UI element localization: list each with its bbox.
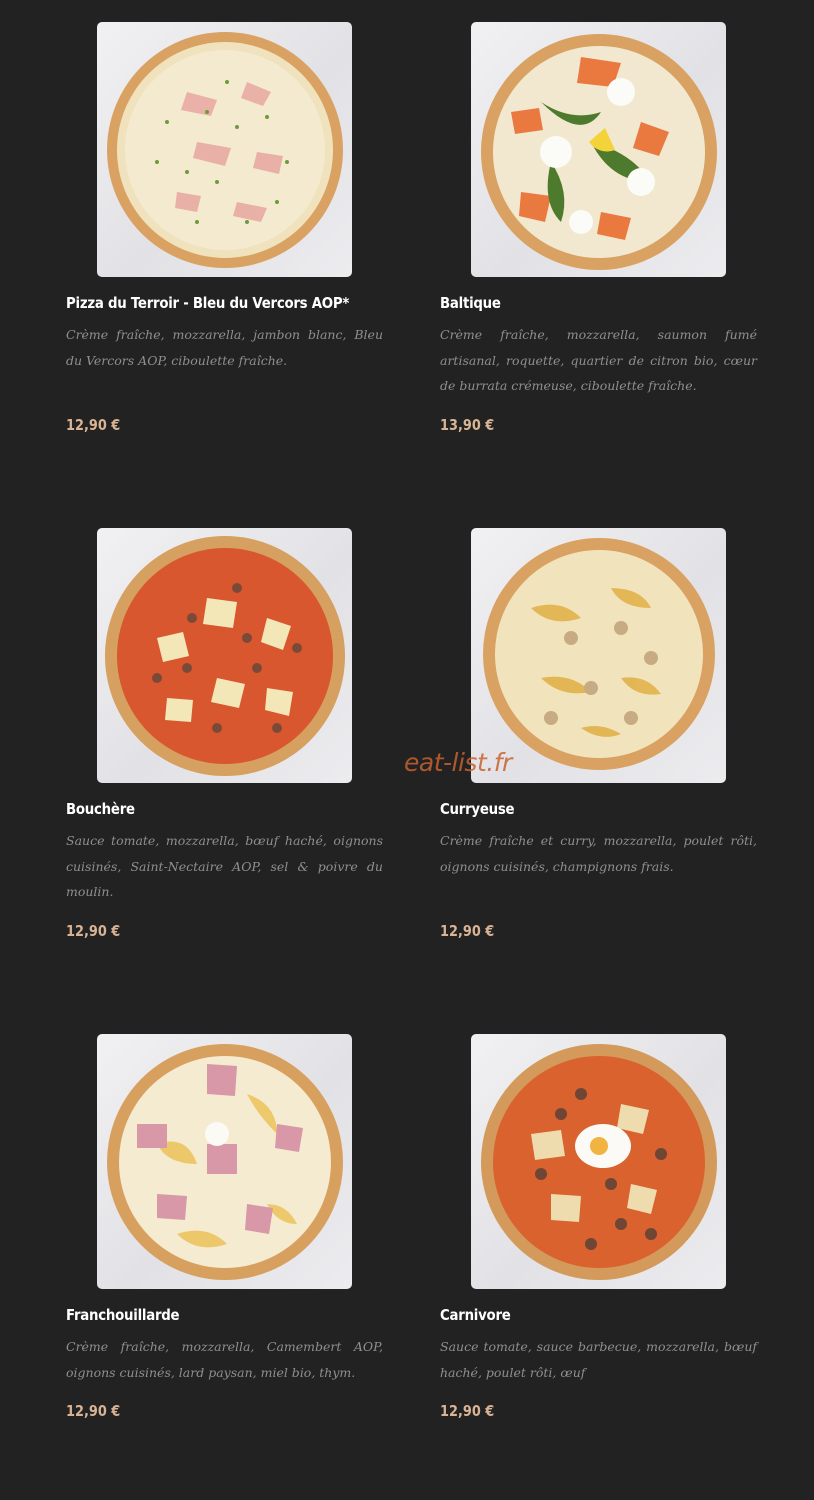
watermark: eat-list.fr [404, 748, 512, 777]
item-price: 12,90 € [66, 1402, 121, 1420]
pizza-photo[interactable] [97, 22, 352, 277]
item-price: 12,90 € [66, 922, 121, 940]
pizza-photo[interactable] [471, 1034, 726, 1289]
item-name: Carnivore [440, 1306, 511, 1324]
item-price: 13,90 € [440, 416, 495, 434]
item-name: Pizza du Terroir - Bleu du Vercors AOP* [66, 294, 350, 312]
item-price: 12,90 € [440, 922, 495, 940]
item-price: 12,90 € [66, 416, 121, 434]
item-description: Crème fraîche, mozzarella, Camembert AOP… [66, 1339, 383, 1380]
pizza-photo[interactable] [471, 22, 726, 277]
pizza-photo[interactable] [97, 528, 352, 783]
item-description: Crème fraîche, mozzarella, jambon blanc,… [66, 327, 383, 368]
item-price: 12,90 € [440, 1402, 495, 1420]
item-name: Curryeuse [440, 800, 515, 818]
item-description: Sauce tomate, sauce barbecue, mozzarella… [440, 1339, 757, 1380]
item-name: Bouchère [66, 800, 135, 818]
item-name: Franchouillarde [66, 1306, 180, 1324]
item-name: Baltique [440, 294, 501, 312]
item-description: Crème fraîche et curry, mozzarella, poul… [440, 833, 757, 874]
pizza-photo[interactable] [471, 528, 726, 783]
item-description: Crème fraîche, mozzarella, saumon fumé a… [440, 327, 757, 394]
pizza-photo[interactable] [97, 1034, 352, 1289]
item-description: Sauce tomate, mozzarella, bœuf haché, oi… [66, 833, 383, 900]
